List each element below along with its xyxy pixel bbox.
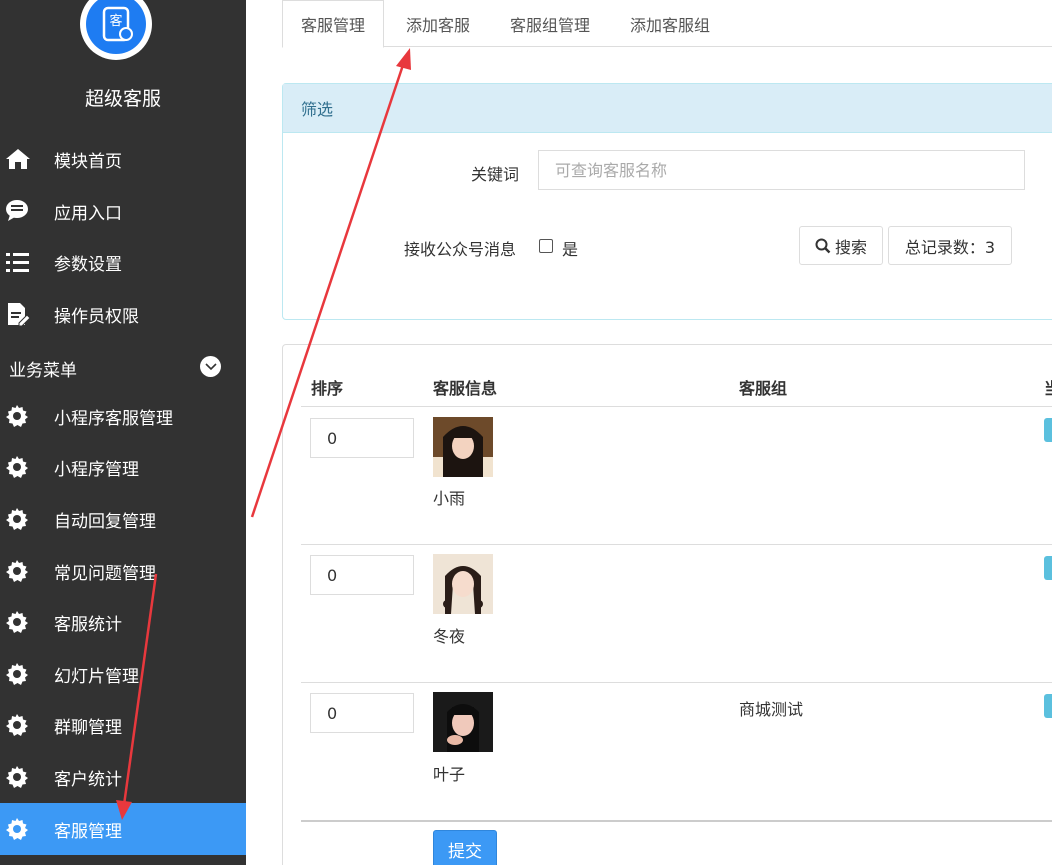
keyword-label: 关键词	[471, 165, 520, 184]
gear-icon	[0, 559, 54, 583]
logo-phone-icon: 客	[102, 6, 133, 42]
sidebar-item-group-chat[interactable]: 群聊管理	[0, 699, 246, 751]
submit-button[interactable]: 提交	[433, 830, 497, 865]
sidebar-item-mini-cs[interactable]: 小程序客服管理	[0, 390, 246, 442]
filter-panel: 筛选 关键词 接收公众号消息 是 搜索 总记录数：3	[282, 83, 1052, 320]
row-divider	[301, 820, 1052, 822]
sidebar-item-label: 自动回复管理	[54, 511, 156, 532]
tab-cs-manage[interactable]: 客服管理	[282, 0, 385, 48]
home-icon	[0, 147, 54, 171]
sidebar-item-customer-stats[interactable]: 客户统计	[0, 751, 246, 803]
sidebar-item-label: 应用入口	[54, 203, 122, 224]
gear-icon	[0, 765, 54, 789]
sidebar-item-label: 客服管理	[54, 821, 122, 842]
row-divider	[301, 682, 1052, 683]
sidebar-item-label: 操作员权限	[54, 306, 139, 327]
sidebar-item-app-entry[interactable]: 应用入口	[0, 185, 246, 237]
status-badge	[1044, 694, 1052, 718]
sidebar-item-mini-manage[interactable]: 小程序管理	[0, 441, 246, 493]
sidebar-item-label: 参数设置	[54, 254, 122, 275]
document-edit-icon	[0, 301, 54, 327]
app-name: 超级客服	[84, 88, 161, 110]
tab-bar: 客服管理 添加客服 客服组管理 添加客服组	[282, 0, 1052, 48]
sort-input[interactable]: 0	[310, 418, 414, 458]
column-header-status: 当	[1044, 375, 1052, 399]
column-header-sort: 排序	[311, 379, 344, 398]
header-divider	[301, 406, 1052, 407]
avatar	[433, 692, 493, 752]
app-logo: 客	[80, 0, 152, 60]
tab-add-cs-group[interactable]: 添加客服组	[608, 0, 732, 47]
gear-icon	[0, 455, 54, 479]
sidebar-item-cs-stats[interactable]: 客服统计	[0, 596, 246, 648]
sidebar-item-label: 模块首页	[54, 151, 122, 172]
gear-icon	[0, 507, 54, 531]
sidebar-item-cs-manage[interactable]: 客服管理	[0, 803, 246, 855]
sidebar-item-operator-perm[interactable]: 操作员权限	[0, 288, 246, 340]
gear-icon	[0, 713, 54, 737]
sidebar-item-label: 客服统计	[54, 614, 122, 635]
sidebar: 客 超级客服 模块首页 应用入口 参数设置 操作员权限 业务菜单 小程序客服管理…	[0, 0, 246, 865]
sidebar-item-label: 幻灯片管理	[54, 666, 139, 687]
gear-icon	[0, 610, 54, 634]
gear-icon	[0, 404, 54, 428]
svg-text:客: 客	[109, 13, 122, 29]
column-header-cs-group: 客服组	[739, 379, 788, 398]
receive-msg-label: 接收公众号消息	[404, 240, 517, 259]
gear-icon	[0, 817, 54, 841]
sort-input[interactable]: 0	[310, 693, 414, 733]
row-divider	[301, 544, 1052, 545]
receive-msg-option-label: 是	[562, 240, 579, 259]
cs-name: 小雨	[433, 489, 466, 508]
sidebar-item-slides[interactable]: 幻灯片管理	[0, 648, 246, 700]
search-icon	[815, 238, 831, 253]
cs-name: 叶子	[433, 765, 466, 784]
sidebar-item-label: 常见问题管理	[54, 563, 156, 584]
sidebar-item-label: 小程序客服管理	[54, 408, 173, 429]
cs-name: 冬夜	[433, 627, 466, 646]
sort-input[interactable]: 0	[310, 555, 414, 595]
status-badge	[1044, 418, 1052, 442]
avatar	[433, 554, 493, 614]
cs-group-name: 商城测试	[739, 700, 804, 719]
column-header-cs-info: 客服信息	[433, 379, 498, 398]
cs-table: 排序 客服信息 客服组 当 0 小雨 0 冬夜 0	[282, 344, 1052, 865]
sidebar-item-faq[interactable]: 常见问题管理	[0, 545, 246, 597]
tab-add-cs[interactable]: 添加客服	[384, 0, 492, 47]
avatar	[433, 417, 493, 477]
total-records-badge: 总记录数：3	[888, 226, 1012, 265]
sidebar-item-label: 客户统计	[54, 769, 122, 790]
sidebar-item-label: 群聊管理	[54, 717, 122, 738]
tab-cs-group-manage[interactable]: 客服组管理	[492, 0, 608, 47]
gear-icon	[0, 662, 54, 686]
search-button[interactable]: 搜索	[799, 226, 883, 265]
filter-panel-title: 筛选	[283, 84, 1052, 133]
section-title: 业务菜单	[9, 361, 77, 381]
sidebar-item-auto-reply[interactable]: 自动回复管理	[0, 493, 246, 545]
sidebar-item-label: 小程序管理	[54, 459, 139, 480]
sidebar-item-home[interactable]: 模块首页	[0, 133, 246, 185]
chat-icon	[0, 199, 54, 223]
list-settings-icon	[0, 250, 54, 274]
keyword-input[interactable]	[538, 150, 1025, 190]
chevron-down-icon[interactable]	[200, 356, 221, 377]
receive-msg-checkbox[interactable]	[539, 239, 553, 253]
sidebar-item-params[interactable]: 参数设置	[0, 236, 246, 288]
status-badge	[1044, 556, 1052, 580]
